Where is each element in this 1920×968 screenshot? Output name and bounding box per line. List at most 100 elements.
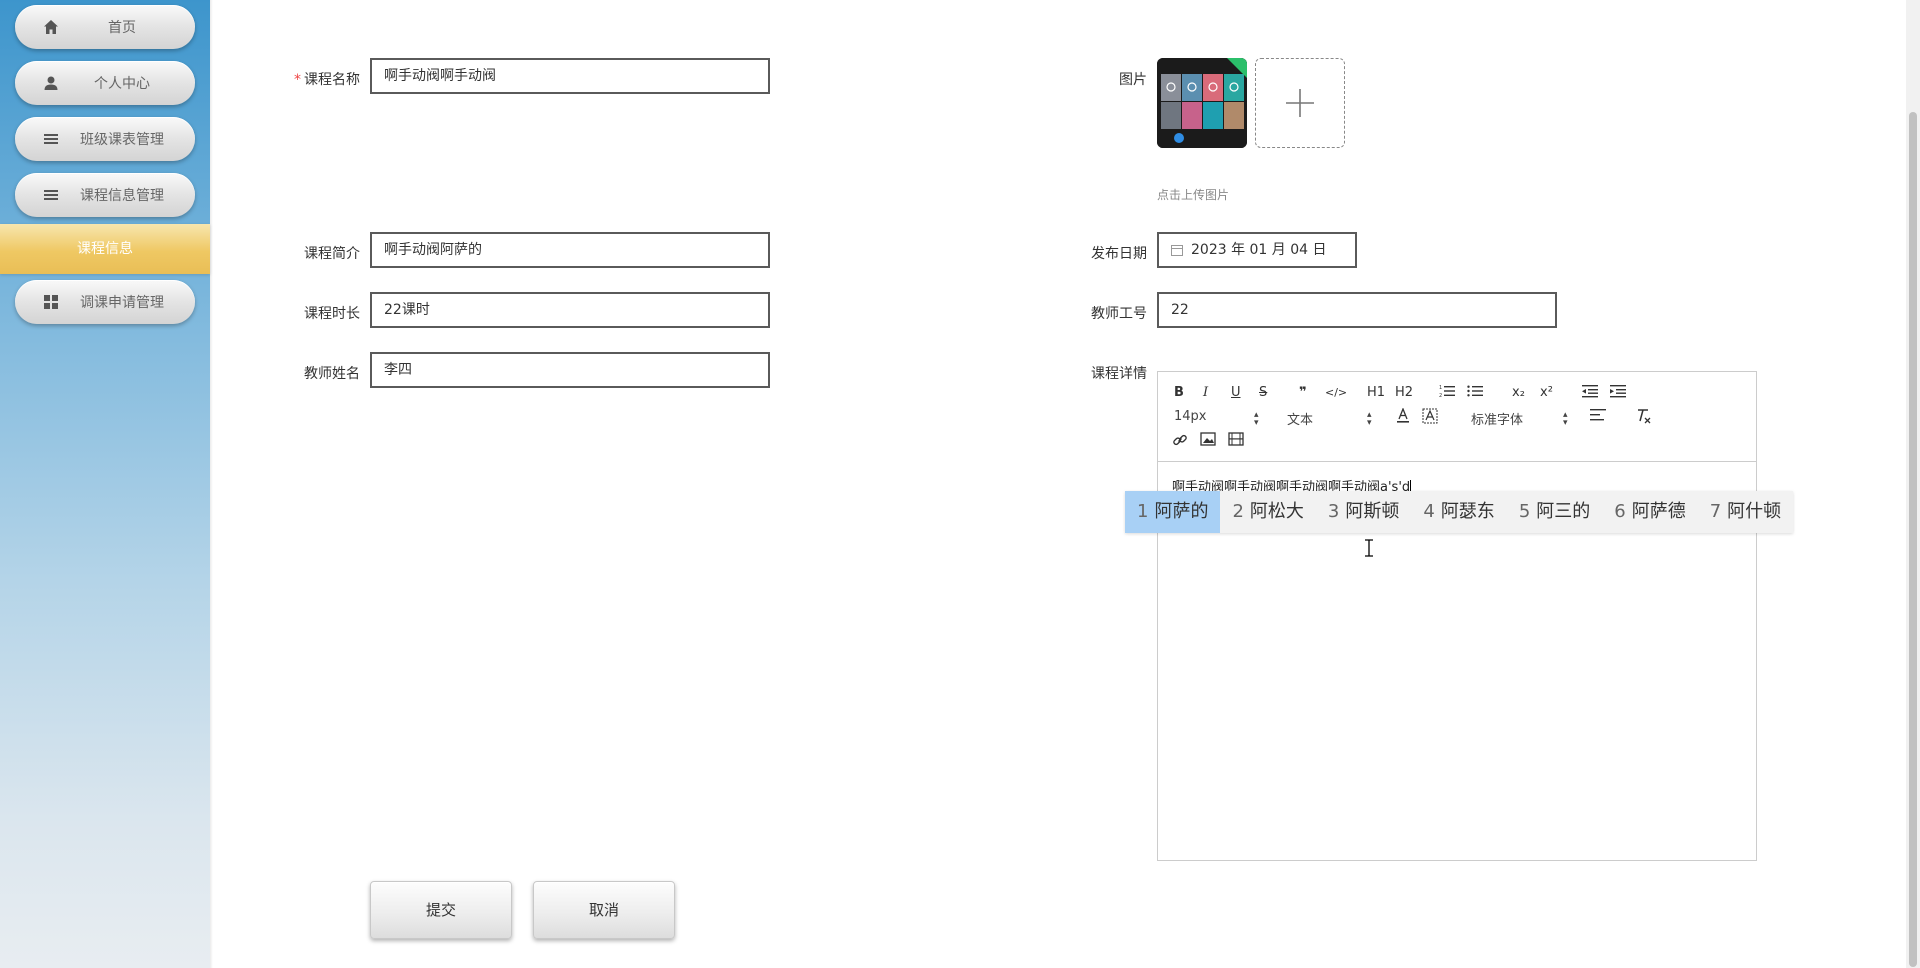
publish-date-value: 2023 年 01 月 04 日 — [1191, 242, 1327, 258]
ime-candidate[interactable]: 2 阿松大 — [1220, 491, 1315, 533]
sidebar-subitem-course-info[interactable]: 课程信息 — [0, 224, 210, 274]
ime-candidate-text: 阿斯顿 — [1345, 501, 1400, 522]
intro-label: 课程简介 — [304, 246, 360, 262]
bold-button[interactable]: B — [1174, 384, 1184, 402]
calendar-icon — [1171, 245, 1183, 256]
intro-input[interactable]: 啊手动阀阿萨的 — [370, 232, 770, 268]
select-arrows-icon: ▴ ▾ — [1254, 410, 1259, 428]
upload-hint: 点击上传图片 — [1157, 188, 1230, 202]
duration-label: 课程时长 — [304, 306, 360, 322]
ime-candidate-number: 1 — [1137, 501, 1149, 522]
ime-candidate[interactable]: 7 阿什顿 — [1698, 491, 1793, 533]
ime-candidate-text: 阿萨的 — [1154, 501, 1209, 522]
underline-button[interactable]: U — [1231, 384, 1241, 402]
sidebar-item-label: 个人中心 — [94, 76, 150, 92]
sidebar: 首页 个人中心 班级课表管理 课程信息管理 课程信息 调课申请管理 — [0, 0, 213, 968]
ime-candidate-number: 2 — [1232, 501, 1244, 522]
course-name-label: * 课程名称 — [270, 69, 360, 89]
course-name-input[interactable]: 啊手动阀啊手动阀 — [370, 58, 770, 94]
font-family-select[interactable]: 标准字体 ▴ ▾ — [1471, 409, 1571, 429]
ime-candidate-number: 3 — [1327, 501, 1340, 522]
sidebar-item-label: 调课申请管理 — [80, 295, 164, 311]
required-mark: * — [294, 72, 301, 88]
rich-text-editor[interactable]: B I U S ❞ </> H1 H2 12 x₂ x² 14px ▴ ▾ 文本 … — [1157, 371, 1757, 861]
ime-candidate[interactable]: 4 阿瑟东 — [1411, 491, 1506, 533]
ime-candidate[interactable]: 3 阿斯顿 — [1316, 491, 1411, 533]
ime-candidate-text: 阿三的 — [1536, 501, 1591, 522]
teacher-name-input[interactable]: 李四 — [370, 352, 770, 388]
submit-button[interactable]: 提交 — [370, 881, 512, 939]
publish-date-label: 发布日期 — [1091, 246, 1147, 262]
sidebar-item-reschedule-requests[interactable]: 调课申请管理 — [15, 280, 195, 324]
ime-candidate-number: 6 — [1614, 501, 1626, 522]
ime-candidate-text: 阿萨德 — [1631, 501, 1686, 522]
course-details-label: 课程详情 — [1091, 366, 1147, 382]
font-family-value: 标准字体 — [1471, 413, 1524, 428]
sidebar-item-label: 课程信息管理 — [80, 188, 164, 204]
picture-label: 图片 — [1119, 72, 1147, 88]
ime-candidate-number: 4 — [1423, 501, 1435, 522]
ime-candidate-number: 5 — [1518, 501, 1531, 522]
image-icon[interactable] — [1200, 432, 1216, 452]
indent-icon[interactable] — [1610, 384, 1626, 404]
background-color-icon[interactable] — [1422, 408, 1438, 430]
teacher-id-label: 教师工号 — [1091, 306, 1147, 322]
sidebar-item-profile[interactable]: 个人中心 — [15, 61, 195, 105]
bullet-list-icon[interactable] — [1467, 384, 1483, 404]
sidebar-item-home[interactable]: 首页 — [15, 5, 195, 49]
teacher-name-label: 教师姓名 — [304, 366, 360, 382]
svg-text:1: 1 — [1439, 385, 1442, 391]
ime-candidate[interactable]: 1 阿萨的 — [1125, 491, 1221, 533]
ime-candidate-number: 7 — [1709, 501, 1722, 522]
select-arrows-icon: ▴ ▾ — [1367, 410, 1372, 428]
code-block-button[interactable]: </> — [1325, 384, 1347, 402]
ibeam-cursor-icon — [1365, 539, 1373, 557]
ime-candidate-bar: 1 阿萨的 2 阿松大 3 阿斯顿 4 阿瑟东 5 阿三的 6 阿萨德 7 阿什顿 — [1125, 491, 1793, 533]
video-icon[interactable] — [1228, 432, 1244, 452]
menu-icon — [43, 187, 59, 203]
ime-candidate[interactable]: 6 阿萨德 — [1602, 491, 1697, 533]
ime-candidate[interactable]: 5 阿三的 — [1507, 491, 1602, 533]
clear-format-icon[interactable] — [1636, 408, 1652, 430]
italic-button[interactable]: I — [1203, 384, 1208, 402]
duration-input[interactable]: 22课时 — [370, 292, 770, 328]
sidebar-item-label: 首页 — [108, 20, 136, 36]
font-size-select[interactable]: 14px ▴ ▾ — [1174, 409, 1264, 428]
ime-candidate-text: 阿松大 — [1249, 501, 1304, 522]
block-type-value: 文本 — [1287, 413, 1314, 428]
scrollbar-thumb[interactable] — [1909, 112, 1917, 967]
uploaded-picture-thumbnail[interactable] — [1157, 58, 1247, 148]
header1-button[interactable]: H1 — [1367, 384, 1385, 402]
user-icon — [43, 75, 59, 91]
ime-candidate-text: 阿瑟东 — [1440, 501, 1495, 522]
subscript-button[interactable]: x₂ — [1512, 384, 1525, 402]
menu-icon — [43, 131, 59, 147]
sidebar-item-class-schedule[interactable]: 班级课表管理 — [15, 117, 195, 161]
block-type-select[interactable]: 文本 ▴ ▾ — [1287, 409, 1377, 429]
superscript-button[interactable]: x² — [1540, 384, 1553, 402]
editor-toolbar: B I U S ❞ </> H1 H2 12 x₂ x² 14px ▴ ▾ 文本 … — [1158, 372, 1756, 462]
outdent-icon[interactable] — [1582, 384, 1598, 404]
strike-button[interactable]: S — [1259, 384, 1267, 402]
grid-icon — [43, 294, 59, 310]
svg-text:2: 2 — [1439, 393, 1442, 398]
ime-candidate-text: 阿什顿 — [1727, 501, 1782, 522]
course-name-label-text: 课程名称 — [304, 72, 360, 88]
select-arrows-icon: ▴ ▾ — [1563, 410, 1568, 428]
home-icon — [43, 19, 59, 35]
upload-picture-button[interactable] — [1255, 58, 1345, 148]
blockquote-button[interactable]: ❞ — [1299, 384, 1307, 402]
sidebar-item-course-info-management[interactable]: 课程信息管理 — [15, 173, 195, 217]
font-color-icon[interactable] — [1396, 407, 1410, 430]
cancel-button[interactable]: 取消 — [533, 881, 675, 939]
align-icon[interactable] — [1590, 408, 1606, 428]
publish-date-input[interactable]: 2023 年 01 月 04 日 — [1157, 232, 1357, 268]
plus-icon — [1286, 89, 1314, 117]
link-icon[interactable] — [1172, 432, 1188, 454]
page-scrollbar[interactable] — [1906, 0, 1920, 968]
sidebar-item-label: 班级课表管理 — [80, 132, 164, 148]
teacher-id-input[interactable]: 22 — [1157, 292, 1557, 328]
ordered-list-icon[interactable]: 12 — [1439, 384, 1455, 404]
font-size-value: 14px — [1174, 409, 1207, 424]
header2-button[interactable]: H2 — [1395, 384, 1413, 402]
